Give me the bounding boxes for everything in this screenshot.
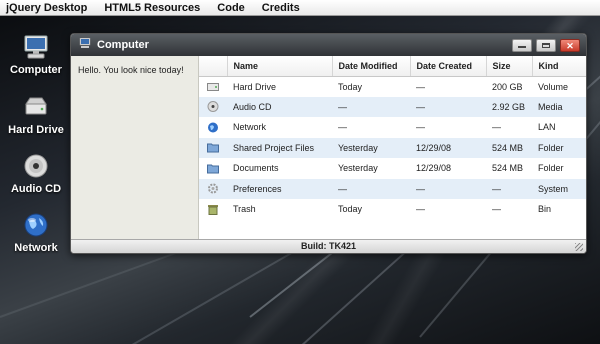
close-icon: ✕ [566,40,574,51]
build-label: Build: TK421 [300,241,356,251]
menu-html5-resources[interactable]: HTML5 Resources [104,2,200,14]
cell-size: — [492,122,501,133]
table-header-row: Name Date Modified Date Created Size Kin… [199,56,586,77]
cell-name: Shared Project Files [227,137,332,158]
cell-size: 524 MB [486,137,532,158]
audio-cd-icon [207,101,219,113]
cell-kind: Volume [538,81,569,92]
menu-bar: jQuery Desktop HTML5 Resources Code Cred… [0,0,600,16]
cell-kind: System [532,178,586,199]
column-header-size[interactable]: Size [486,56,533,77]
cell-size: 524 MB [492,163,524,174]
cell-kind: Media [532,96,586,117]
cell-kind: LAN [538,122,556,133]
network-icon [22,212,50,238]
cell-modified: Today [338,81,363,92]
folder-icon [207,163,219,174]
desktop-icon-label: Audio CD [10,183,62,195]
cell-name: Network [233,122,267,133]
column-header-kind[interactable]: Kind [532,56,586,77]
menu-credits[interactable]: Credits [262,2,300,14]
desktop-icon-audio-cd[interactable]: Audio CD [6,153,66,195]
window-sidebar: Hello. You look nice today! [71,56,199,239]
column-header-date-modified[interactable]: Date Modified [332,56,411,77]
sidebar-greeting: Hello. You look nice today! [78,65,184,75]
cell-size: 2.92 GB [486,96,532,117]
cell-kind: Folder [532,137,586,158]
cell-created: 12/29/08 [410,137,486,158]
cell-name: Trash [233,204,256,215]
cell-modified: Yesterday [332,137,410,158]
maximize-button[interactable] [536,38,556,52]
file-list: Name Date Modified Date Created Size Kin… [199,56,586,239]
desktop-icon-computer[interactable]: Computer [6,34,66,76]
maximize-icon [542,42,550,48]
audio-cd-icon [22,153,50,179]
gear-icon [207,183,219,194]
cell-kind: Folder [538,163,564,174]
table-row[interactable]: Trash Today — — Bin [199,199,586,220]
cell-modified: Today [338,204,363,215]
table-row[interactable]: Network — — — LAN [199,117,586,138]
table-row[interactable]: Hard Drive Today — 200 GB Volume [199,76,586,97]
cell-created: — [416,204,425,215]
table-row[interactable]: Documents Yesterday 12/29/08 524 MB Fold… [199,158,586,179]
cell-modified: — [332,178,410,199]
cell-created: — [416,122,425,133]
menu-jquery-desktop[interactable]: jQuery Desktop [6,2,87,14]
menu-code[interactable]: Code [217,2,245,14]
minimize-icon [518,45,526,48]
cell-size: 200 GB [492,81,523,92]
window-statusbar: Build: TK421 [71,239,586,253]
cell-created: — [410,96,486,117]
cell-size: — [492,204,501,215]
cell-name: Audio CD [227,96,332,117]
desktop-icon-label: Hard Drive [8,124,64,136]
minimize-button[interactable] [512,38,532,52]
hard-drive-icon [22,94,50,120]
table-row[interactable]: Shared Project Files Yesterday 12/29/08 … [199,137,586,158]
folder-icon [207,142,219,153]
cell-kind: Bin [538,204,552,215]
computer-icon [79,37,91,52]
desktop-icon-label: Network [14,242,58,254]
cell-created: — [410,178,486,199]
cell-name: Hard Drive [233,81,277,92]
cell-created: 12/29/08 [416,163,452,174]
cell-name: Documents [233,163,279,174]
trash-icon [207,204,219,215]
column-header-name[interactable]: Name [227,56,333,77]
table-row[interactable]: Preferences — — — System [199,178,586,199]
cell-size: — [486,178,532,199]
window-titlebar[interactable]: Computer ✕ [71,34,586,56]
cell-modified: — [332,96,410,117]
cell-modified: Yesterday [338,163,378,174]
network-icon [207,122,219,133]
resize-grip-icon[interactable] [575,243,583,251]
computer-window: Computer ✕ Hello. You look nice today! N… [70,33,587,254]
hard-drive-icon [207,81,219,92]
desktop-icon-network[interactable]: Network [6,212,66,254]
cell-created: — [416,81,425,92]
column-header-date-created[interactable]: Date Created [410,56,487,77]
desktop-icon-label: Computer [10,64,62,76]
file-table: Name Date Modified Date Created Size Kin… [199,56,586,220]
wallpaper-streak [0,247,189,318]
table-row[interactable]: Audio CD — — 2.92 GB Media [199,96,586,117]
cell-modified: — [338,122,347,133]
cell-name: Preferences [227,178,332,199]
computer-icon [22,34,50,60]
window-title: Computer [97,39,149,51]
column-header-icon [199,56,228,77]
close-button[interactable]: ✕ [560,38,580,52]
desktop-icon-hard-drive[interactable]: Hard Drive [6,94,66,136]
